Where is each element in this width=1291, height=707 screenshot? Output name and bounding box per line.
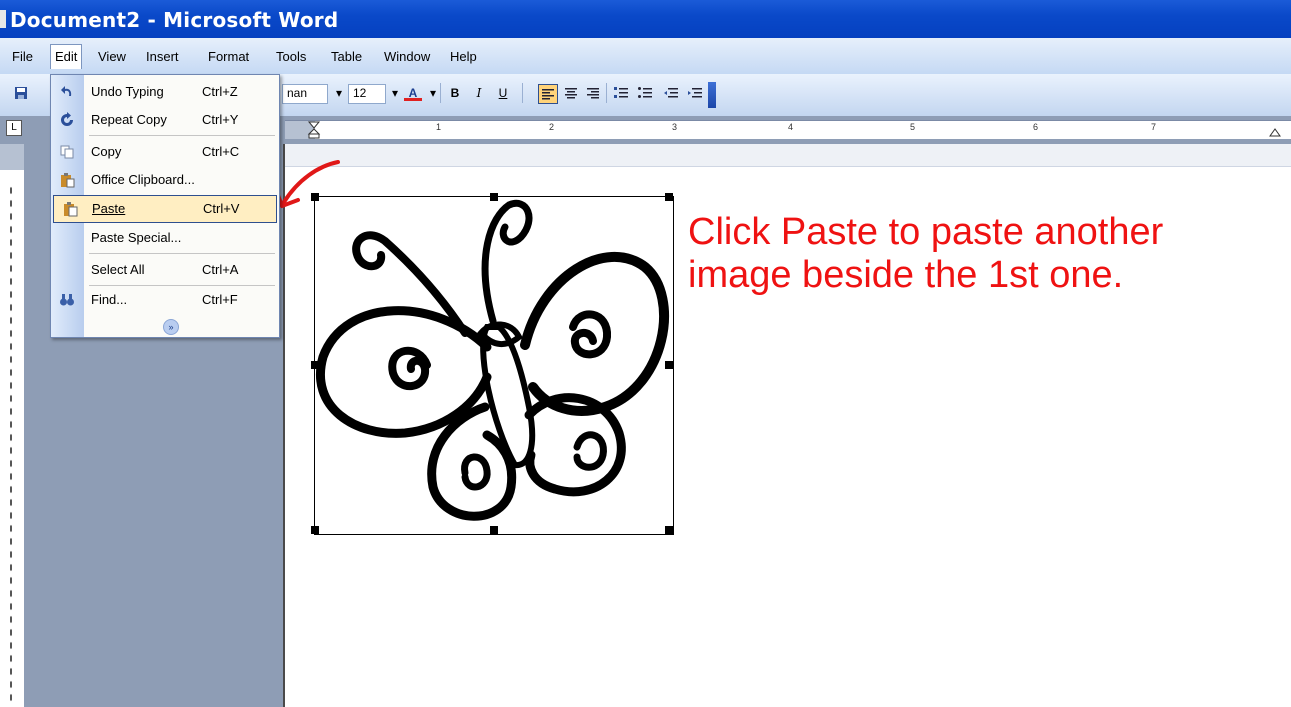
- indent-marker-icon[interactable]: [307, 121, 321, 139]
- page-top-margin: [285, 144, 1291, 167]
- right-indent-marker-icon[interactable]: [1269, 127, 1281, 137]
- menu-item-label: Undo Typing: [91, 84, 164, 99]
- annotation-line-2: image beside the 1st one.: [688, 254, 1124, 296]
- italic-button[interactable]: I: [470, 84, 488, 102]
- menu-item-paste[interactable]: Paste Ctrl+V: [53, 195, 277, 223]
- menu-item-label: Office Clipboard...: [91, 172, 195, 187]
- align-left-icon[interactable]: [538, 84, 558, 104]
- clipboard-icon: [61, 173, 75, 188]
- copy-icon: [60, 145, 74, 159]
- menu-item-label: Find...: [91, 292, 128, 307]
- menu-edit[interactable]: Edit: [50, 44, 83, 69]
- binoculars-icon: [60, 294, 74, 306]
- butterfly-drawing: [316, 199, 669, 521]
- double-chevron-down-icon[interactable]: »: [163, 319, 179, 335]
- menu-item-label: Copy: [91, 144, 122, 159]
- menu-format[interactable]: Format: [208, 49, 249, 64]
- menu-tools[interactable]: Tools: [276, 49, 306, 64]
- menu-item-label: Select All: [91, 262, 145, 277]
- menu-bar: File Edit View Insert Format Tools Table…: [0, 38, 1291, 74]
- menu-item-shortcut: Ctrl+A: [202, 262, 239, 277]
- resize-handle-top-right[interactable]: [665, 193, 673, 201]
- menu-item-repeat-copy[interactable]: Repeat Copy Ctrl+Y: [51, 107, 279, 133]
- menu-item-select-all[interactable]: Select All Ctrl+A: [51, 257, 279, 283]
- menu-table[interactable]: Table: [331, 49, 362, 64]
- font-name-value: nan: [287, 86, 308, 100]
- menu-insert[interactable]: Insert: [146, 49, 179, 64]
- ruler-number: 4: [788, 122, 794, 132]
- ruler-number: 2: [549, 122, 555, 132]
- menu-file[interactable]: File: [12, 49, 33, 64]
- menu-item-shortcut: Ctrl+V: [203, 201, 240, 216]
- tutorial-annotation: Click Paste to paste another image besid…: [688, 211, 1288, 297]
- red-arrow-icon: [274, 160, 340, 208]
- align-center-icon[interactable]: [562, 84, 580, 102]
- decrease-indent-icon[interactable]: [662, 84, 680, 102]
- menu-help[interactable]: Help: [450, 49, 477, 64]
- annotation-line-1: Click Paste to paste another: [688, 211, 1164, 253]
- bulleted-list-icon[interactable]: [636, 84, 654, 102]
- resize-handle-bottom-left[interactable]: [311, 526, 319, 534]
- undo-icon: [61, 86, 72, 96]
- toolbar-options-icon[interactable]: [708, 82, 716, 108]
- menu-item-find[interactable]: Find... Ctrl+F: [51, 287, 279, 313]
- resize-handle-bottom[interactable]: [490, 526, 498, 534]
- word-app-icon: [0, 10, 6, 28]
- page-edge: [283, 144, 285, 707]
- font-size-value: 12: [353, 86, 367, 100]
- menu-item-undo-typing[interactable]: Undo Typing Ctrl+Z: [51, 79, 279, 105]
- window-title: Document2 - Microsoft Word: [10, 8, 339, 32]
- menu-item-shortcut: Ctrl+F: [202, 292, 238, 307]
- save-icon[interactable]: [14, 86, 28, 100]
- menu-item-shortcut: Ctrl+Y: [202, 112, 239, 127]
- edit-menu-dropdown: Undo Typing Ctrl+Z Repeat Copy Ctrl+Y Co…: [50, 74, 280, 338]
- resize-handle-right[interactable]: [665, 361, 673, 369]
- menu-item-label: Paste: [92, 201, 126, 216]
- ruler-number: 3: [672, 122, 678, 132]
- menu-item-shortcut: Ctrl+C: [202, 144, 240, 159]
- font-name-select[interactable]: nan: [282, 84, 328, 104]
- menu-item-copy[interactable]: Copy Ctrl+C: [51, 139, 279, 165]
- menu-item-paste-special[interactable]: Paste Special...: [51, 225, 279, 251]
- resize-handle-top[interactable]: [490, 193, 498, 201]
- resize-handle-left[interactable]: [311, 361, 319, 369]
- vertical-ruler[interactable]: [0, 144, 25, 707]
- bold-button[interactable]: B: [446, 84, 464, 102]
- font-color-icon[interactable]: A: [404, 84, 422, 101]
- font-name-dropdown-icon[interactable]: ▾: [330, 84, 348, 102]
- ruler-number: 5: [910, 122, 916, 132]
- menu-item-label: Paste Special...: [91, 230, 182, 245]
- menu-item-office-clipboard[interactable]: Office Clipboard...: [51, 167, 279, 193]
- horizontal-ruler[interactable]: 1 2 3 4 5 6 7: [285, 120, 1291, 139]
- numbered-list-icon[interactable]: [612, 84, 630, 102]
- paste-icon: [64, 202, 78, 217]
- ruler-number: 6: [1033, 122, 1039, 132]
- ruler-number: 1: [436, 122, 442, 132]
- butterfly-image[interactable]: [311, 193, 674, 535]
- window-titlebar: Document2 - Microsoft Word: [0, 0, 1291, 38]
- font-size-dropdown-icon[interactable]: ▾: [386, 84, 404, 102]
- ruler-number: 7: [1151, 122, 1157, 132]
- menu-view[interactable]: View: [98, 49, 126, 64]
- menu-item-shortcut: Ctrl+Z: [202, 84, 238, 99]
- resize-handle-bottom-right[interactable]: [665, 526, 673, 534]
- align-right-icon[interactable]: [584, 84, 602, 102]
- increase-indent-icon[interactable]: [686, 84, 704, 102]
- font-size-select[interactable]: 12: [348, 84, 386, 104]
- tab-selector-icon[interactable]: L: [6, 120, 22, 136]
- menu-window[interactable]: Window: [384, 49, 430, 64]
- underline-button[interactable]: U: [494, 84, 512, 102]
- repeat-icon: [61, 112, 73, 126]
- menu-item-label: Repeat Copy: [91, 112, 167, 127]
